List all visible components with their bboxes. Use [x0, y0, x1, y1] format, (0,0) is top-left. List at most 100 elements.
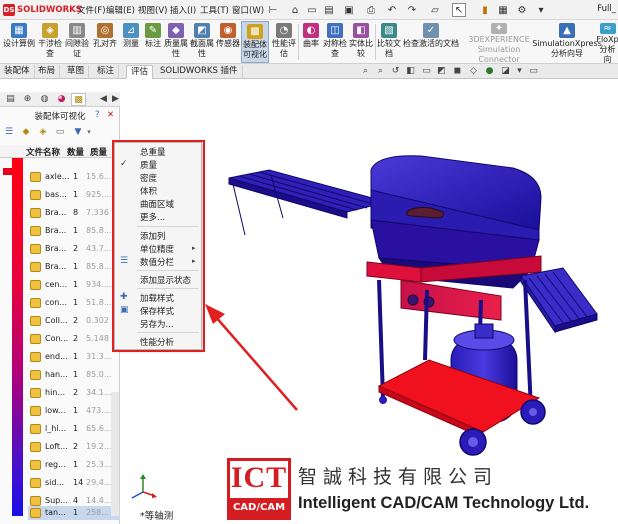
- column-quantity[interactable]: 数量: [67, 146, 84, 158]
- curvature-button[interactable]: ◐ 曲率: [300, 21, 322, 63]
- hole-alignment-button[interactable]: ◎ 孔对齐: [91, 21, 119, 63]
- tab-assembly[interactable]: 装配体: [0, 65, 35, 79]
- menu-tools[interactable]: 工具(T): [200, 4, 229, 16]
- select-icon[interactable]: ▱: [428, 3, 442, 17]
- feature-manager-tab-icon[interactable]: ▤: [3, 93, 18, 106]
- list-item[interactable]: cen... 1 934....: [28, 278, 120, 292]
- list-item[interactable]: Loft... 2 19.2...: [28, 440, 120, 454]
- section-view-icon[interactable]: ◧: [405, 66, 416, 77]
- panel-scrollbar[interactable]: [111, 392, 119, 516]
- list-item[interactable]: Bra... 2 43.7...: [28, 242, 120, 256]
- design-study-button[interactable]: ▦ 设计算例: [1, 21, 37, 63]
- list-item[interactable]: axle... 1 15.6...: [28, 170, 120, 184]
- check-active-document-button[interactable]: ✓ 检查激活的文档: [402, 21, 460, 63]
- annotation-arrow: [205, 304, 298, 411]
- compare-bodies-button[interactable]: ◧ 实体比 较: [348, 21, 374, 63]
- menu-edit[interactable]: 编辑(E): [106, 4, 135, 16]
- tab-markup[interactable]: 标注: [93, 65, 120, 79]
- value-gradient-bar[interactable]: [12, 158, 23, 516]
- print-icon[interactable]: ⎙: [364, 3, 378, 17]
- cursor-select-icon[interactable]: ↖: [452, 3, 466, 17]
- list-item[interactable]: sid... 14 29.4...: [28, 476, 120, 490]
- flat-view-icon[interactable]: ◆: [20, 126, 32, 138]
- sort-indicator-flag[interactable]: [3, 168, 12, 175]
- dynamic-annotation-icon[interactable]: ▭: [421, 66, 432, 77]
- view-orientation-icon[interactable]: ◩: [436, 66, 447, 77]
- simulationxpress-button[interactable]: ▲ SimulationXpress 分析向导: [532, 21, 602, 63]
- measure-button[interactable]: ⊿ 测量: [120, 21, 142, 63]
- monitor-icon[interactable]: ▭: [528, 66, 539, 77]
- traffic-light-icon[interactable]: ▮: [478, 3, 492, 17]
- menu-insert[interactable]: 插入(I): [170, 4, 196, 16]
- tab-sketch[interactable]: 草图: [63, 65, 90, 79]
- configuration-manager-tab-icon[interactable]: ◍: [37, 93, 52, 106]
- tab-evaluate[interactable]: 评估: [126, 65, 154, 79]
- scene-icon[interactable]: ◪: [500, 66, 511, 77]
- options-gear-icon[interactable]: ⚙: [515, 3, 529, 17]
- view-settings-icon[interactable]: ▾: [514, 66, 525, 77]
- menu-window[interactable]: 窗口(W): [232, 4, 264, 16]
- list-item[interactable]: end... 1 31.3...: [28, 350, 120, 364]
- list-item[interactable]: l_hi... 1 65.6...: [28, 422, 120, 436]
- undo-icon[interactable]: ↶: [385, 3, 399, 17]
- 3dexperience-simulation-connector-button[interactable]: ✦ 3DEXPERIENCE Simulation Connector: [461, 21, 537, 64]
- hide-show-icon[interactable]: ◇: [468, 66, 479, 77]
- list-item[interactable]: Bra... 8 7.336: [28, 206, 120, 220]
- solidworks-logo[interactable]: DS SOLIDWORKS: [3, 3, 82, 17]
- list-item[interactable]: han... 1 85.0...: [28, 368, 120, 382]
- assembly-visualization-tab-icon[interactable]: ▩: [71, 93, 86, 106]
- list-item[interactable]: low... 1 473....: [28, 404, 120, 418]
- list-item[interactable]: hin... 2 34.1...: [28, 386, 120, 400]
- mass-properties-button[interactable]: ◆ 质量属 性: [164, 21, 188, 63]
- open-icon[interactable]: ▤: [322, 3, 336, 17]
- zoom-area-icon[interactable]: ⌕: [375, 66, 386, 77]
- list-item[interactable]: bas... 1 925....: [28, 188, 120, 202]
- part-icon: [30, 226, 41, 236]
- curvature-icon: ◐: [303, 23, 319, 38]
- list-item[interactable]: Bra... 1 85.8...: [28, 260, 120, 274]
- zoom-to-fit-icon[interactable]: ⌕: [360, 66, 371, 77]
- compare-documents-button[interactable]: ▧ 比较文 档: [377, 21, 401, 63]
- clearance-verification-button[interactable]: ▥ 间隙验 证: [64, 21, 90, 63]
- sensor-button[interactable]: ◉ 传感器: [216, 21, 240, 63]
- pin-icon[interactable]: ⊢: [266, 3, 280, 17]
- nested-view-icon[interactable]: ◈: [37, 126, 49, 138]
- home-icon[interactable]: ⌂: [288, 3, 302, 17]
- new-document-icon[interactable]: ▭: [305, 3, 319, 17]
- markup-button[interactable]: ✎ 标注: [142, 21, 164, 63]
- column-mass[interactable]: 质量: [90, 146, 107, 158]
- close-icon[interactable]: ✕: [107, 110, 114, 120]
- tab-layout[interactable]: 布局: [34, 65, 61, 79]
- list-view-icon[interactable]: ☰: [3, 126, 15, 138]
- tab-solidworks-addins[interactable]: SOLIDWORKS 插件: [156, 65, 243, 79]
- menu-file[interactable]: 文件(F): [77, 4, 106, 16]
- display-style-icon[interactable]: ◼: [452, 66, 463, 77]
- assembly-visualization-button[interactable]: ▩ 装配体 可视化: [241, 21, 269, 63]
- help-icon[interactable]: ?: [95, 110, 100, 120]
- display-manager-tab-icon[interactable]: ◕: [54, 93, 69, 106]
- group-icon[interactable]: ▭: [54, 126, 66, 138]
- appearance-icon[interactable]: ●: [484, 66, 495, 77]
- filter-dropdown-icon[interactable]: ▾: [83, 126, 95, 138]
- options-dropdown-icon[interactable]: ▾: [534, 3, 548, 17]
- check-document-icon: ✓: [423, 23, 439, 38]
- menu-view[interactable]: 视图(V): [138, 4, 167, 16]
- redo-icon[interactable]: ↷: [405, 3, 419, 17]
- property-manager-tab-icon[interactable]: ⊕: [20, 93, 35, 106]
- rebuild-icon[interactable]: ▦: [496, 3, 510, 17]
- symmetry-check-button[interactable]: ◫ 对称检 查: [323, 21, 347, 63]
- list-item[interactable]: Bra... 1 85.8...: [28, 224, 120, 238]
- section-properties-button[interactable]: ◩ 截面属 性: [189, 21, 215, 63]
- panel-next-icon[interactable]: ▶: [108, 93, 123, 106]
- floxpress-button[interactable]: ≈ FloXp 分析向: [597, 21, 618, 63]
- list-item[interactable]: Con... 2 5.148: [28, 332, 120, 346]
- list-item[interactable]: con... 1 51.8...: [28, 296, 120, 310]
- column-file-name[interactable]: 文件名称: [26, 146, 60, 158]
- list-item[interactable]: Coll... 2 0.302: [28, 314, 120, 328]
- performance-evaluation-button[interactable]: ◔ 性能评 估: [271, 21, 297, 63]
- previous-view-icon[interactable]: ↺: [390, 66, 401, 77]
- save-icon[interactable]: ▣: [342, 3, 356, 17]
- interference-check-button[interactable]: ◈ 干涉检 查: [37, 21, 63, 63]
- list-item[interactable]: tan... 1 258...: [28, 506, 120, 520]
- list-item[interactable]: reg... 1 25.3...: [28, 458, 120, 472]
